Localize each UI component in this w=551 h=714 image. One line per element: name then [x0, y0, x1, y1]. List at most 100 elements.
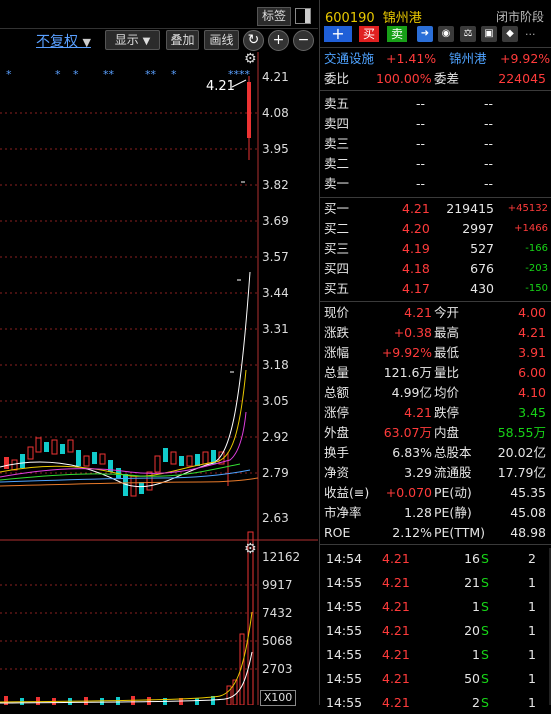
price-tick: 3.57	[262, 250, 289, 264]
tick-count: 1	[528, 647, 536, 662]
tick-volume: 20	[464, 623, 480, 638]
order-price: --	[416, 116, 426, 131]
order-label: 卖一	[324, 176, 350, 191]
tick-price: 4.21	[382, 647, 410, 662]
webi-label: 委比	[324, 71, 350, 86]
stat-value: 45.35	[510, 485, 546, 500]
sell-order-row[interactable]: 卖五 -- --	[320, 94, 551, 114]
tick-count: 1	[528, 623, 536, 638]
order-price: 4.19	[402, 241, 430, 256]
price-tick: 2.79	[262, 466, 289, 480]
buy-button[interactable]: 买	[359, 26, 379, 42]
quote-stat-row: 市净率 1.28 PE(静) 45.08	[320, 503, 551, 523]
tag-button[interactable]: 标签	[257, 7, 291, 26]
buy-order-row[interactable]: 买五 4.17 430 -150	[320, 279, 551, 299]
tick-flag: S	[481, 671, 489, 686]
order-change: -166	[525, 243, 548, 254]
buy-order-row[interactable]: 买三 4.19 527 -166	[320, 239, 551, 259]
buy-order-row[interactable]: 买二 4.20 2997 +1466	[320, 219, 551, 239]
stat-value: 63.07万	[383, 425, 432, 440]
refresh-icon[interactable]: ↻	[243, 30, 264, 51]
weicha-label: 委差	[434, 71, 460, 86]
stat-value: 121.6万	[383, 365, 432, 380]
tick-flag: S	[481, 695, 489, 710]
svg-text:*: *	[171, 68, 177, 81]
market-status: 闭市阶段	[496, 10, 545, 24]
tick-time: 14:55	[326, 599, 363, 614]
stat-label: 内盘	[434, 425, 460, 440]
plus-icon: +	[331, 24, 345, 43]
more-icon[interactable]: ···	[525, 28, 536, 41]
tick-volume: 50	[464, 671, 480, 686]
balance-icon[interactable]: ⚖	[460, 26, 476, 42]
sell-order-row[interactable]: 卖四 -- --	[320, 114, 551, 134]
quote-stat-row: 收益(≡) +0.070 PE(动) 45.35	[320, 483, 551, 503]
display-label: 显示	[114, 33, 139, 47]
stat-value: 45.08	[510, 505, 546, 520]
tick-count: 1	[528, 671, 536, 686]
sell-order-row[interactable]: 卖三 -- --	[320, 134, 551, 154]
alert-icon[interactable]: ◆	[502, 26, 518, 42]
order-volume: 676	[470, 261, 494, 276]
order-change: -203	[525, 263, 548, 274]
order-price: 4.17	[402, 281, 430, 296]
stat-label: 外盘	[324, 425, 350, 440]
zoom-out-icon[interactable]: −	[293, 30, 314, 51]
display-button[interactable]: 显示 ▼	[105, 30, 160, 50]
order-change: +1466	[514, 223, 548, 234]
volume-tick: 5068	[262, 634, 293, 648]
zoom-in-icon[interactable]: +	[268, 30, 289, 51]
stat-value: 3.45	[518, 405, 546, 420]
stat-value: +0.38	[393, 325, 432, 340]
f10-icon[interactable]: ▣	[481, 26, 497, 42]
stat-value: 4.10	[518, 385, 546, 400]
tick-row: 14:55 4.21 1 S 1	[320, 596, 551, 618]
stat-value: 4.21	[404, 405, 432, 420]
order-change: +45132	[507, 203, 548, 214]
sell-order-row[interactable]: 卖二 -- --	[320, 154, 551, 174]
fuquan-select[interactable]: 不复权 ▼	[36, 31, 91, 51]
quote-stat-row: 涨幅 +9.92% 最低 3.91	[320, 343, 551, 363]
order-price: --	[416, 96, 426, 111]
sell-order-row[interactable]: 卖一 -- --	[320, 174, 551, 194]
tick-volume: 2	[472, 695, 480, 710]
volume-settings-gear-icon[interactable]: ⚙	[244, 541, 257, 557]
price-tick: 3.05	[262, 394, 289, 408]
stat-value: 4.21	[404, 305, 432, 320]
stat-label: 今开	[434, 305, 460, 320]
add-watchlist-button[interactable]: +	[324, 26, 352, 42]
stat-value: 1.28	[404, 505, 432, 520]
stat-label: 总量	[324, 365, 350, 380]
hsgt-icon[interactable]: ➜	[417, 26, 433, 42]
buy-order-row[interactable]: 买四 4.18 676 -203	[320, 259, 551, 279]
order-volume: --	[484, 96, 494, 111]
overlay-button[interactable]: 叠加	[166, 30, 199, 50]
stat-label: PE(TTM)	[434, 525, 486, 540]
quote-stat-row: 外盘 63.07万 内盘 58.55万	[320, 423, 551, 443]
stat-value: 58.55万	[497, 425, 546, 440]
tick-time: 14:55	[326, 623, 363, 638]
sell-button[interactable]: 卖	[387, 26, 407, 42]
sector-name[interactable]: 交通设施	[324, 49, 374, 69]
tick-row: 14:54 4.21 16 S 2	[320, 548, 551, 570]
buy-order-row[interactable]: 买一 4.21 219415 +45132	[320, 199, 551, 219]
tick-flag: S	[481, 599, 489, 614]
tick-time: 14:54	[326, 551, 363, 566]
webi-value: 100.00%	[376, 71, 432, 86]
volume-tick: 7432	[262, 606, 293, 620]
tick-row: 14:55 4.21 50 S 1	[320, 668, 551, 690]
chart-settings-gear-icon[interactable]: ⚙	[244, 51, 257, 67]
panel-toggle-icon[interactable]	[295, 8, 311, 24]
order-label: 买二	[324, 221, 350, 236]
order-volume: --	[484, 156, 494, 171]
related-stock-name[interactable]: 锦州港	[449, 49, 487, 69]
stat-value: 3.29	[404, 465, 432, 480]
related-row[interactable]: 交通设施 +1.41% 锦州港 +9.92%	[320, 49, 551, 69]
tick-flag: S	[481, 647, 489, 662]
stat-value: 20.02亿	[497, 445, 546, 460]
draw-line-button[interactable]: 画线	[204, 30, 239, 50]
chat-icon[interactable]: ◉	[438, 26, 454, 42]
stat-label: 换手	[324, 445, 350, 460]
quote-stat-row: 换手 6.83% 总股本 20.02亿	[320, 443, 551, 463]
tick-price: 4.21	[382, 575, 410, 590]
